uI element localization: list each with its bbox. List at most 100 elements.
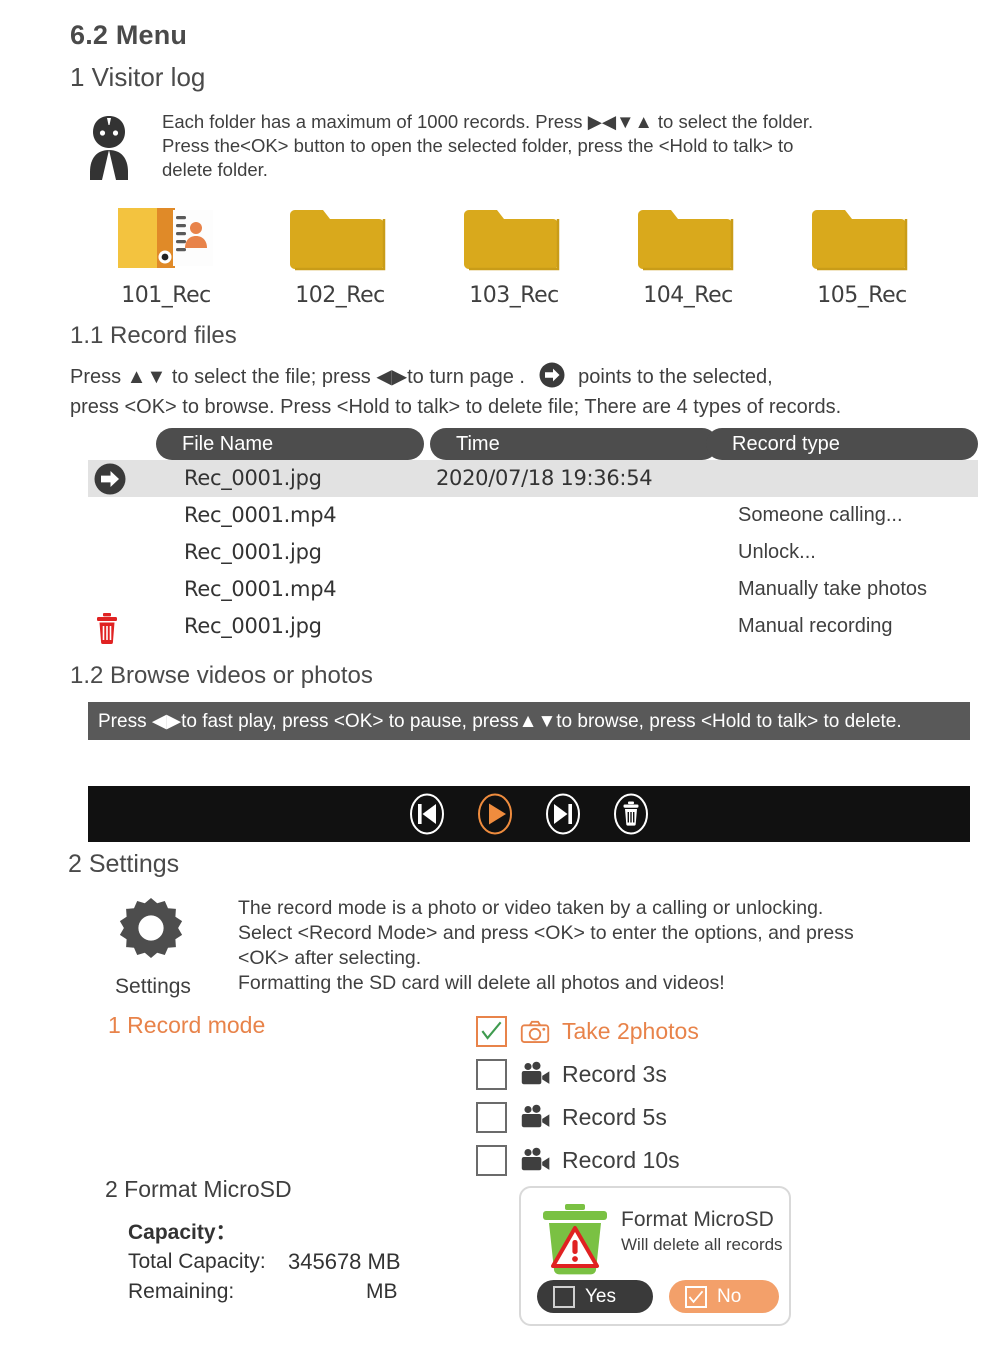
media-player-bar	[88, 786, 970, 842]
folder-label: 104_Rec	[643, 283, 733, 308]
video-camera-icon	[520, 1147, 554, 1173]
section-settings-title: 2 Settings	[68, 850, 180, 878]
folder-label: 103_Rec	[469, 283, 559, 308]
section-visitor-log-title: 1 Visitor log	[70, 62, 206, 92]
file-name-cell: Rec_0001.mp4	[184, 503, 337, 527]
folder-label: 105_Rec	[817, 283, 907, 308]
checkbox-record-5s[interactable]	[476, 1102, 507, 1133]
row-lead-empty	[88, 574, 140, 606]
trash-red-icon[interactable]	[88, 611, 140, 644]
dialog-no-label: No	[717, 1285, 742, 1307]
format-microsd-dialog: Format MicroSD Will delete all records Y…	[519, 1186, 791, 1326]
photo-camera-icon	[520, 1019, 554, 1044]
dialog-subtitle: Will delete all records	[621, 1235, 783, 1254]
settings-desc-line-4: Formatting the SD card will delete all p…	[238, 972, 725, 994]
record-type-cell: Unlock...	[738, 541, 816, 563]
record-file-table: File Name Time Record type Rec_0001.jpg …	[88, 428, 978, 645]
note-line-1: Each folder has a maximum of 1000 record…	[162, 111, 814, 132]
table-row[interactable]: Rec_0001.jpg 2020/07/18 19:36:54	[88, 460, 978, 497]
gear-icon	[118, 898, 184, 964]
record-type-cell: Manually take photos	[738, 578, 928, 600]
note-line-3: delete folder.	[162, 159, 268, 180]
record-type-cell: Someone calling...	[738, 504, 903, 526]
record-type-cell: Manual recording	[738, 615, 893, 637]
section-record-files-title: 1.1 Record files	[70, 322, 237, 349]
dialog-buttons: Yes No	[537, 1280, 779, 1313]
total-capacity-label: Total Capacity:	[128, 1250, 266, 1273]
folder-item-102[interactable]: 102_Rec	[289, 202, 391, 308]
folder-list: 101_Rec 102_Rec 103_Rec 104_Rec 105_Rec	[115, 202, 913, 308]
folder-item-103[interactable]: 103_Rec	[463, 202, 565, 308]
arrow-right-badge-icon	[88, 463, 140, 495]
folder-icon	[637, 202, 739, 274]
video-camera-icon	[520, 1104, 554, 1130]
note-line-2: Press the<OK> button to open the selecte…	[162, 135, 794, 156]
browse-tip-bar: Press ◀▶to fast play, press <OK> to paus…	[88, 702, 970, 740]
row-lead-empty	[88, 537, 140, 569]
file-name-cell: Rec_0001.jpg	[184, 466, 322, 490]
dialog-yes-label: Yes	[585, 1285, 616, 1307]
folder-item-104[interactable]: 104_Rec	[637, 202, 739, 308]
table-row[interactable]: Rec_0001.jpg Unlock...	[88, 534, 978, 571]
option-label: Record 10s	[562, 1147, 680, 1173]
record-mode-options: Take 2photos Record 3s Record 5s Record …	[476, 1010, 699, 1182]
total-capacity-value: 345678 MB	[288, 1249, 401, 1274]
option-record-3s[interactable]: Record 3s	[476, 1053, 699, 1096]
folder-icon	[289, 202, 391, 274]
dialog-no-button[interactable]: No	[669, 1280, 779, 1313]
file-name-cell: Rec_0001.jpg	[184, 614, 322, 638]
record-files-intro-c: press <OK> to browse. Press <Hold to tal…	[70, 396, 842, 418]
manual-page: 6.2 Menu 1 Visitor log Each folder has a…	[0, 0, 1000, 1354]
table-row[interactable]: Rec_0001.mp4 Someone calling...	[88, 497, 978, 534]
table-row[interactable]: Rec_0001.mp4 Manually take photos	[88, 571, 978, 608]
remaining-value: MB	[366, 1280, 398, 1303]
checkbox-take-2photos[interactable]	[476, 1016, 507, 1047]
file-time-cell: 2020/07/18 19:36:54	[436, 466, 653, 490]
column-header-record-type: Record type	[706, 428, 978, 460]
settings-description: The record mode is a photo or video take…	[238, 896, 968, 996]
option-label: Take 2photos	[562, 1018, 699, 1044]
option-record-10s[interactable]: Record 10s	[476, 1139, 699, 1182]
checkbox-record-3s[interactable]	[476, 1059, 507, 1090]
settings-desc-line-1: The record mode is a photo or video take…	[238, 897, 824, 919]
visitor-log-note-text: Each folder has a maximum of 1000 record…	[162, 110, 962, 182]
column-header-file-name: File Name	[156, 428, 424, 460]
delete-button[interactable]	[610, 793, 652, 835]
checkbox-no[interactable]	[685, 1285, 707, 1308]
record-mode-title: 1 Record mode	[108, 1012, 266, 1038]
option-take-2photos[interactable]: Take 2photos	[476, 1010, 699, 1053]
column-header-time: Time	[430, 428, 718, 460]
arrow-right-badge-icon	[539, 362, 565, 388]
play-button[interactable]	[474, 793, 516, 835]
file-name-cell: Rec_0001.jpg	[184, 540, 322, 564]
folder-item-105[interactable]: 105_Rec	[811, 202, 913, 308]
checkbox-record-10s[interactable]	[476, 1145, 507, 1176]
checkbox-yes[interactable]	[553, 1285, 575, 1308]
capacity-label: Capacity：	[128, 1221, 237, 1244]
record-files-intro-a: Press ▲▼ to select the file; press ◀▶to …	[70, 366, 525, 388]
table-row[interactable]: Rec_0001.jpg Manual recording	[88, 608, 978, 645]
record-files-intro-b: points to the selected,	[578, 366, 773, 388]
file-name-cell: Rec_0001.mp4	[184, 577, 337, 601]
row-lead-empty	[88, 500, 140, 532]
section-browse-title: 1.2 Browse videos or photos	[70, 662, 373, 689]
settings-desc-line-3: <OK> after selecting.	[238, 947, 422, 969]
folder-label: 102_Rec	[295, 283, 385, 308]
next-button[interactable]	[542, 793, 584, 835]
dialog-yes-button[interactable]: Yes	[537, 1280, 653, 1313]
settings-desc-line-2: Select <Record Mode> and press <OK> to e…	[238, 922, 854, 944]
dialog-title: Format MicroSD	[621, 1208, 774, 1231]
video-camera-icon	[520, 1061, 554, 1087]
option-record-5s[interactable]: Record 5s	[476, 1096, 699, 1139]
folder-item-101[interactable]: 101_Rec	[115, 202, 217, 308]
folder-icon	[463, 202, 565, 274]
previous-button[interactable]	[406, 793, 448, 835]
format-microsd-title: 2 Format MicroSD	[105, 1176, 292, 1202]
remaining-label: Remaining:	[128, 1280, 235, 1303]
folder-label: 101_Rec	[121, 283, 211, 308]
settings-icon-label: Settings	[115, 975, 191, 998]
open-address-book-icon	[115, 202, 217, 274]
record-files-intro: Press ▲▼ to select the file; press ◀▶to …	[70, 362, 970, 422]
person-avatar-icon	[80, 114, 138, 180]
option-label: Record 5s	[562, 1104, 667, 1130]
